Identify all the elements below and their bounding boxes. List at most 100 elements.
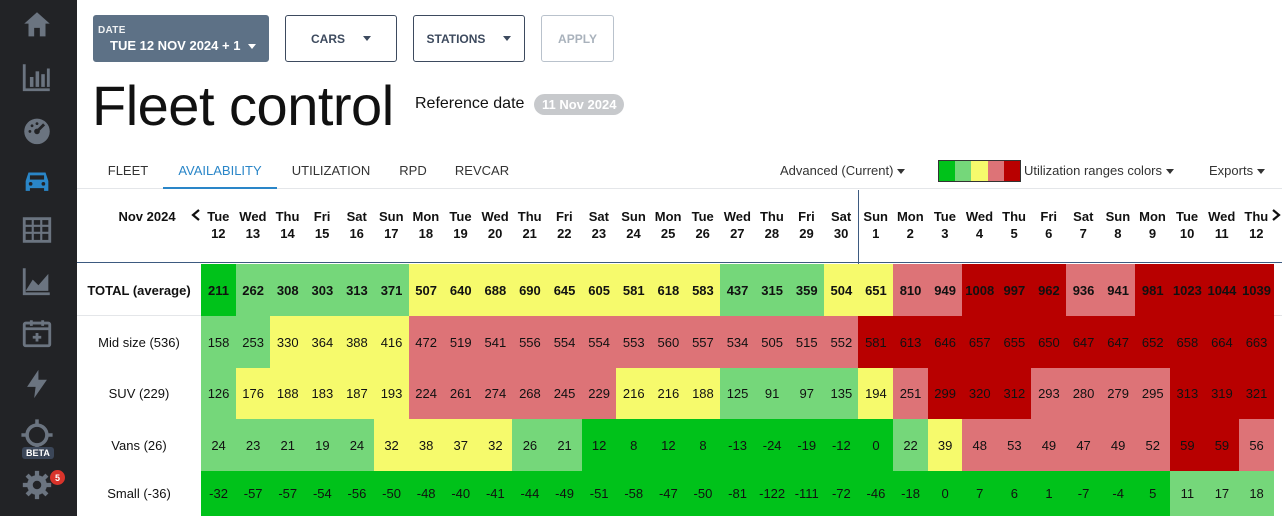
- cars-dropdown[interactable]: CARS: [285, 15, 397, 62]
- table-cell[interactable]: -41: [477, 471, 513, 516]
- table-cell[interactable]: 193: [374, 368, 410, 419]
- tab-availability[interactable]: AVAILABILITY: [163, 152, 277, 189]
- table-cell[interactable]: 19: [304, 419, 340, 471]
- table-cell[interactable]: 663: [1239, 316, 1275, 368]
- lightning-icon[interactable]: [18, 365, 56, 403]
- table-cell[interactable]: -81: [720, 471, 756, 516]
- table-cell[interactable]: 295: [1135, 368, 1171, 419]
- calendar-plus-icon[interactable]: [18, 314, 56, 352]
- table-cell[interactable]: 194: [858, 368, 894, 419]
- table-cell[interactable]: 507: [408, 264, 444, 316]
- table-cell[interactable]: 49: [1031, 419, 1067, 471]
- table-cell[interactable]: 313: [1169, 368, 1205, 419]
- table-cell[interactable]: -13: [720, 419, 756, 471]
- table-cell[interactable]: 6: [996, 471, 1032, 516]
- table-cell[interactable]: 371: [374, 264, 410, 316]
- table-cell[interactable]: 359: [789, 264, 825, 316]
- table-cell[interactable]: 303: [304, 264, 340, 316]
- table-cell[interactable]: 26: [512, 419, 548, 471]
- table-cell[interactable]: 7: [962, 471, 998, 516]
- table-cell[interactable]: 1044: [1204, 264, 1240, 316]
- table-cell[interactable]: 39: [927, 419, 963, 471]
- table-cell[interactable]: 613: [893, 316, 929, 368]
- table-cell[interactable]: 268: [512, 368, 548, 419]
- table-cell[interactable]: -50: [685, 471, 721, 516]
- table-cell[interactable]: -57: [235, 471, 271, 516]
- table-cell[interactable]: 557: [685, 316, 721, 368]
- table-cell[interactable]: -50: [374, 471, 410, 516]
- table-cell[interactable]: -12: [823, 419, 859, 471]
- table-cell[interactable]: 91: [754, 368, 790, 419]
- table-cell[interactable]: 472: [408, 316, 444, 368]
- table-cell[interactable]: -46: [858, 471, 894, 516]
- table-cell[interactable]: -49: [547, 471, 583, 516]
- table-cell[interactable]: 126: [201, 368, 237, 419]
- table-cell[interactable]: 554: [581, 316, 617, 368]
- table-cell[interactable]: 18: [1239, 471, 1275, 516]
- table-cell[interactable]: -122: [754, 471, 790, 516]
- table-cell[interactable]: 690: [512, 264, 548, 316]
- table-cell[interactable]: -40: [443, 471, 479, 516]
- table-cell[interactable]: 645: [547, 264, 583, 316]
- table-cell[interactable]: 416: [374, 316, 410, 368]
- table-cell[interactable]: 308: [270, 264, 306, 316]
- table-cell[interactable]: 11: [1169, 471, 1205, 516]
- table-icon[interactable]: [18, 211, 56, 249]
- table-cell[interactable]: 32: [477, 419, 513, 471]
- table-cell[interactable]: 388: [339, 316, 375, 368]
- table-cell[interactable]: 647: [1066, 316, 1102, 368]
- advanced-menu[interactable]: Advanced (Current): [780, 152, 906, 189]
- table-cell[interactable]: 556: [512, 316, 548, 368]
- table-cell[interactable]: 279: [1100, 368, 1136, 419]
- table-cell[interactable]: 274: [477, 368, 513, 419]
- table-cell[interactable]: 183: [304, 368, 340, 419]
- area-chart-icon[interactable]: [18, 262, 56, 300]
- table-cell[interactable]: 646: [927, 316, 963, 368]
- table-cell[interactable]: -18: [893, 471, 929, 516]
- table-cell[interactable]: 321: [1239, 368, 1275, 419]
- table-cell[interactable]: 187: [339, 368, 375, 419]
- tab-fleet[interactable]: FLEET: [101, 152, 155, 189]
- car-icon[interactable]: [18, 162, 56, 200]
- table-cell[interactable]: 47: [1066, 419, 1102, 471]
- home-icon[interactable]: [18, 6, 56, 44]
- table-cell[interactable]: 135: [823, 368, 859, 419]
- table-cell[interactable]: 581: [616, 264, 652, 316]
- table-cell[interactable]: 188: [270, 368, 306, 419]
- exports-menu[interactable]: Exports: [1209, 152, 1266, 189]
- table-cell[interactable]: 21: [270, 419, 306, 471]
- tab-rpd[interactable]: RPD: [393, 152, 433, 189]
- table-cell[interactable]: 17: [1204, 471, 1240, 516]
- table-cell[interactable]: 5: [1135, 471, 1171, 516]
- table-cell[interactable]: 515: [789, 316, 825, 368]
- table-cell[interactable]: -24: [754, 419, 790, 471]
- table-cell[interactable]: -58: [616, 471, 652, 516]
- table-cell[interactable]: -32: [201, 471, 237, 516]
- table-cell[interactable]: 941: [1100, 264, 1136, 316]
- table-cell[interactable]: 24: [339, 419, 375, 471]
- table-cell[interactable]: -57: [270, 471, 306, 516]
- table-cell[interactable]: 688: [477, 264, 513, 316]
- table-cell[interactable]: 581: [858, 316, 894, 368]
- table-cell[interactable]: 176: [235, 368, 271, 419]
- table-cell[interactable]: 651: [858, 264, 894, 316]
- table-cell[interactable]: 37: [443, 419, 479, 471]
- table-cell[interactable]: 981: [1135, 264, 1171, 316]
- table-cell[interactable]: 21: [547, 419, 583, 471]
- table-cell[interactable]: 59: [1169, 419, 1205, 471]
- table-cell[interactable]: 330: [270, 316, 306, 368]
- table-cell[interactable]: 1008: [962, 264, 998, 316]
- table-cell[interactable]: 658: [1169, 316, 1205, 368]
- table-cell[interactable]: 364: [304, 316, 340, 368]
- table-cell[interactable]: 8: [616, 419, 652, 471]
- table-cell[interactable]: 650: [1031, 316, 1067, 368]
- table-cell[interactable]: 245: [547, 368, 583, 419]
- table-cell[interactable]: 261: [443, 368, 479, 419]
- apply-button[interactable]: APPLY: [541, 15, 614, 62]
- table-cell[interactable]: 997: [996, 264, 1032, 316]
- table-cell[interactable]: 553: [616, 316, 652, 368]
- table-cell[interactable]: 437: [720, 264, 756, 316]
- table-cell[interactable]: 12: [581, 419, 617, 471]
- table-cell[interactable]: 12: [650, 419, 686, 471]
- table-cell[interactable]: 49: [1100, 419, 1136, 471]
